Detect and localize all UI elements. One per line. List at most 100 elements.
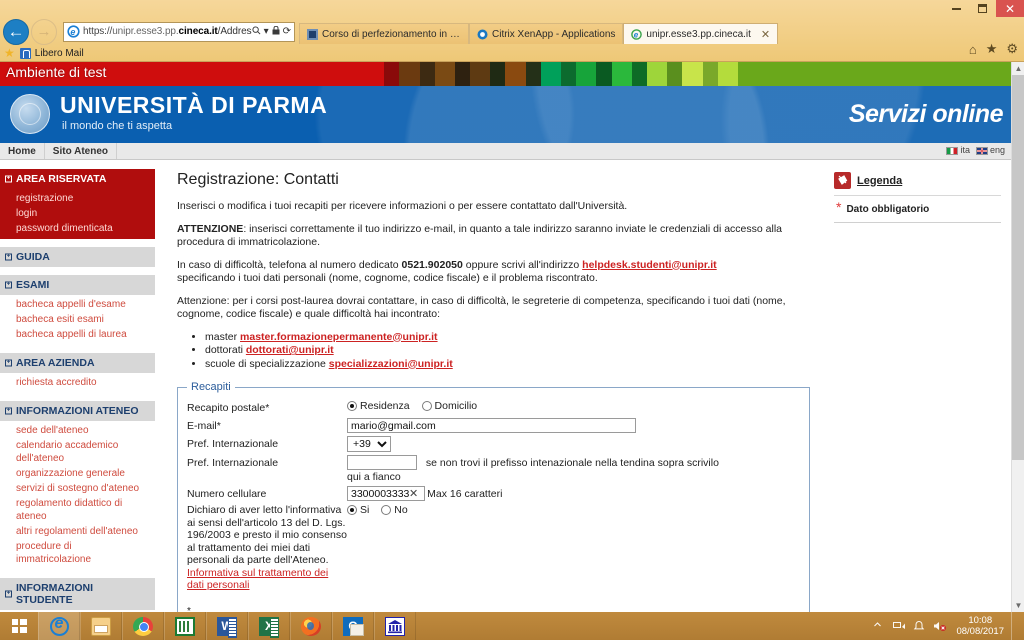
- radio-consenso-no-dot[interactable]: [381, 505, 392, 515]
- radio-domicilio[interactable]: Domicilio: [421, 400, 478, 412]
- sidebar-item-altri-regolamenti[interactable]: altri regolamenti dell'ateneo: [0, 524, 155, 539]
- sidebar-item-label[interactable]: altri regolamenti dell'ateneo: [16, 525, 149, 538]
- expand-icon[interactable]: [5, 407, 12, 415]
- browser-tab-0[interactable]: Corso di perfezionamento in C...: [299, 23, 469, 44]
- tab-close-icon[interactable]: ✕: [761, 28, 770, 41]
- url-text[interactable]: https://unipr.esse3.pp.cineca.it/Address…: [83, 26, 252, 37]
- dottorati-email-link[interactable]: dottorati@unipr.it: [246, 344, 334, 356]
- action-center-icon[interactable]: [913, 620, 926, 633]
- sidebar-item-bacheca-esiti-esami[interactable]: bacheca esiti esami: [0, 312, 155, 327]
- refresh-icon[interactable]: ⟳: [283, 26, 291, 37]
- scroll-up-arrow-icon[interactable]: ▲: [1012, 62, 1024, 75]
- taskbar-item-file-explorer[interactable]: [80, 612, 122, 640]
- maximize-button[interactable]: [970, 0, 994, 17]
- scrollbar-thumb[interactable]: [1012, 75, 1024, 460]
- sidebar-item-label[interactable]: organizzazione generale: [16, 467, 149, 480]
- sidebar-header-guida[interactable]: GUIDA: [0, 247, 155, 267]
- language-ita[interactable]: ita: [946, 145, 970, 155]
- expand-icon[interactable]: [5, 590, 12, 598]
- radio-domicilio-dot[interactable]: [421, 401, 432, 411]
- radio-consenso-si[interactable]: Si: [347, 504, 369, 516]
- start-button[interactable]: [0, 612, 38, 640]
- sidebar-item-label[interactable]: richiesta accredito: [16, 376, 149, 389]
- show-desktop-button[interactable]: [1011, 612, 1016, 640]
- email-input[interactable]: [347, 418, 636, 433]
- taskbar-clock[interactable]: 10:08 08/08/2017: [953, 615, 1004, 637]
- browser-tab-1[interactable]: Citrix XenApp - Applications: [469, 23, 624, 44]
- sidebar-item-registrazione[interactable]: registrazione: [0, 191, 155, 206]
- sidebar-item-servizi-sostegno[interactable]: servizi di sostegno d'ateneo: [0, 481, 155, 496]
- radio-consenso-si-dot[interactable]: [347, 505, 357, 515]
- field-row-recapito-postale: Recapito postale* Residenza Domicilio: [187, 400, 800, 415]
- sidebar-item-regolamento-didattico[interactable]: regolamento didattico di ateneo: [0, 496, 155, 524]
- expand-icon[interactable]: [5, 359, 12, 367]
- prefix-free-input[interactable]: [347, 455, 417, 470]
- add-favorite-icon[interactable]: ★: [4, 46, 15, 60]
- address-bar[interactable]: e https://unipr.esse3.pp.cineca.it/Addre…: [63, 21, 295, 42]
- sidebar-item-label[interactable]: regolamento didattico di ateneo: [16, 497, 149, 523]
- expand-icon[interactable]: [5, 175, 12, 183]
- sidebar-item-label[interactable]: bacheca esiti esami: [16, 313, 149, 326]
- sidebar-header-area-azienda[interactable]: AREA AZIENDA: [0, 353, 155, 373]
- sidebar-block-area-azienda: AREA AZIENDA richiesta accredito: [0, 353, 155, 393]
- volume-muted-icon[interactable]: [933, 620, 947, 633]
- taskbar-item-microsoft-excel[interactable]: X: [248, 612, 290, 640]
- favorite-item-libero-mail[interactable]: Libero Mail: [19, 47, 84, 59]
- close-window-button[interactable]: ✕: [996, 0, 1024, 17]
- sidebar-item-procedure-immatricolazione[interactable]: procedure di immatricolazione: [0, 539, 155, 567]
- sidebar-item-calendario-accademico[interactable]: calendario accademico dell'ateneo: [0, 438, 155, 466]
- sidebar-item-sede-ateneo[interactable]: sede dell'ateneo: [0, 423, 155, 438]
- sidebar-item-bacheca-appelli-esame[interactable]: bacheca appelli d'esame: [0, 297, 155, 312]
- sidebar-header-informazioni-studente[interactable]: INFORMAZIONI STUDENTE: [0, 578, 155, 610]
- language-eng[interactable]: eng: [975, 145, 1005, 155]
- sidebar-item-bacheca-appelli-laurea[interactable]: bacheca appelli di laurea: [0, 327, 155, 342]
- nav-item-sito-ateneo[interactable]: Sito Ateneo: [45, 143, 117, 159]
- expand-icon[interactable]: [5, 281, 12, 289]
- sidebar-item-organizzazione-generale[interactable]: organizzazione generale: [0, 466, 155, 481]
- back-button[interactable]: ←: [3, 18, 29, 45]
- chevron-down-icon[interactable]: ▾: [264, 26, 269, 37]
- master-email-link[interactable]: master.formazionepermanente@unipr.it: [240, 331, 438, 343]
- sidebar-item-label[interactable]: login: [16, 207, 149, 220]
- radio-residenza-dot[interactable]: [347, 401, 357, 411]
- informativa-privacy-link[interactable]: Informativa sul trattamento dei dati per…: [187, 567, 328, 592]
- taskbar-item-microsoft-word[interactable]: W: [206, 612, 248, 640]
- taskbar-item-calculator[interactable]: [164, 612, 206, 640]
- radio-residenza[interactable]: Residenza: [347, 400, 410, 412]
- radio-domicilio-label: Domicilio: [434, 400, 478, 412]
- helpdesk-email-link[interactable]: helpdesk.studenti@unipr.it: [582, 259, 717, 271]
- browser-tab-2[interactable]: e unipr.esse3.pp.cineca.it ✕: [623, 23, 779, 44]
- sidebar-item-login[interactable]: login: [0, 206, 155, 221]
- sidebar-header-esami[interactable]: ESAMI: [0, 275, 155, 295]
- show-hidden-icons-icon[interactable]: [873, 620, 886, 633]
- taskbar-item-google-chrome[interactable]: [122, 612, 164, 640]
- minimize-button[interactable]: [944, 0, 968, 17]
- sidebar-item-label[interactable]: sede dell'ateneo: [16, 424, 149, 437]
- forward-button[interactable]: →: [31, 18, 57, 45]
- sidebar-item-label[interactable]: calendario accademico dell'ateneo: [16, 439, 149, 465]
- sidebar-item-label[interactable]: servizi di sostegno d'ateneo: [16, 482, 149, 495]
- sidebar-item-richiesta-accredito[interactable]: richiesta accredito: [0, 375, 155, 390]
- network-icon[interactable]: [893, 620, 906, 633]
- taskbar-item-microsoft-outlook[interactable]: O: [332, 612, 374, 640]
- sidebar-header-informazioni-ateneo[interactable]: INFORMAZIONI ATENEO: [0, 401, 155, 421]
- taskbar-item-internet-explorer[interactable]: [38, 612, 80, 640]
- sidebar-header-area-riservata[interactable]: AREA RISERVATA: [0, 169, 155, 189]
- clear-input-icon[interactable]: ✕: [409, 487, 418, 500]
- expand-icon[interactable]: [5, 253, 12, 261]
- sidebar-item-label[interactable]: bacheca appelli di laurea: [16, 328, 149, 341]
- radio-consenso-no[interactable]: No: [381, 504, 408, 516]
- sidebar-item-password-dimenticata[interactable]: password dimenticata: [0, 221, 155, 236]
- sidebar-item-label[interactable]: password dimenticata: [16, 222, 149, 235]
- taskbar-item-bank-application[interactable]: [374, 612, 416, 640]
- search-icon[interactable]: [252, 25, 261, 38]
- page-scrollbar[interactable]: ▲ ▼: [1011, 62, 1024, 612]
- scroll-down-arrow-icon[interactable]: ▼: [1012, 599, 1024, 612]
- prefix-select[interactable]: +39: [347, 436, 391, 452]
- specializzazioni-email-link[interactable]: specializzazioni@unipr.it: [329, 358, 453, 370]
- sidebar-item-label[interactable]: procedure di immatricolazione: [16, 540, 149, 566]
- sidebar-item-label[interactable]: bacheca appelli d'esame: [16, 298, 149, 311]
- taskbar-item-mozilla-firefox[interactable]: [290, 612, 332, 640]
- nav-item-home[interactable]: Home: [0, 143, 45, 159]
- sidebar-item-label[interactable]: registrazione: [16, 192, 149, 205]
